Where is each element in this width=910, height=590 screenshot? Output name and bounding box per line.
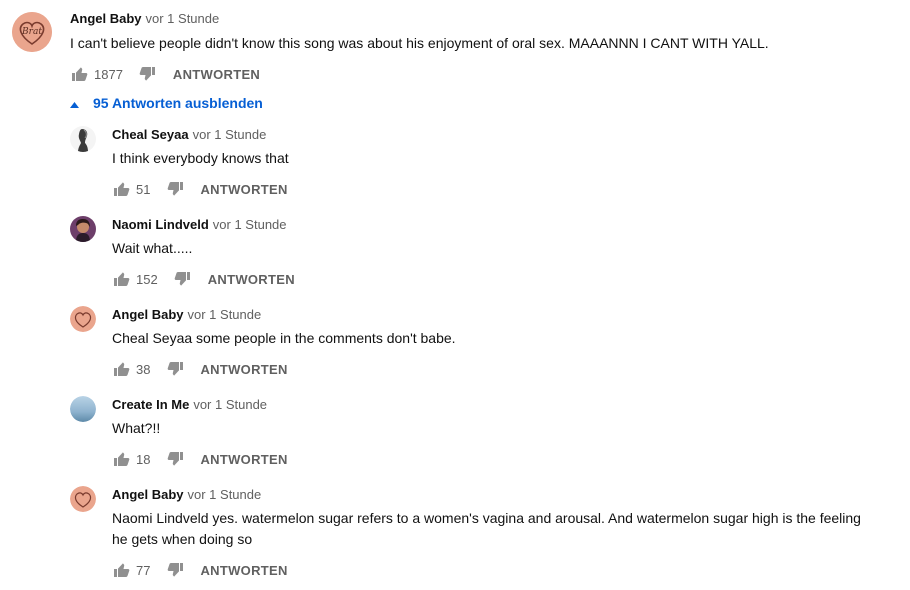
comment-header: Angel Baby vor 1 Stunde bbox=[70, 11, 219, 27]
thumbs-up-icon[interactable] bbox=[70, 65, 88, 83]
thumbs-down-icon[interactable] bbox=[174, 270, 192, 288]
sky-avatar-icon bbox=[70, 396, 96, 422]
comment-text: Wait what..... bbox=[112, 240, 193, 256]
collapse-triangle-icon bbox=[70, 95, 79, 111]
timestamp[interactable]: vor 1 Stunde bbox=[193, 127, 267, 142]
comment-text: Naomi Lindveld yes. watermelon sugar ref… bbox=[112, 510, 861, 547]
thumbs-down-icon[interactable] bbox=[166, 561, 184, 579]
author-avatar[interactable]: Brat bbox=[12, 12, 52, 52]
reply-button[interactable]: ANTWORTEN bbox=[200, 182, 287, 197]
svg-text:Brat: Brat bbox=[21, 27, 42, 37]
like-count: 38 bbox=[136, 361, 151, 377]
comment-text: What?!! bbox=[112, 420, 161, 436]
like-count: 18 bbox=[136, 451, 151, 467]
thumbs-up-icon[interactable] bbox=[112, 270, 130, 288]
reply-comment: Angel Baby vor 1 Stunde Cheal Seyaa some … bbox=[0, 300, 910, 390]
timestamp[interactable]: vor 1 Stunde bbox=[193, 397, 267, 412]
comment-header: Angel Baby vor 1 Stunde bbox=[112, 307, 261, 323]
author-avatar[interactable] bbox=[70, 486, 96, 512]
comment-text: I think everybody knows that bbox=[112, 150, 289, 166]
comment-header: Naomi Lindveld vor 1 Stunde bbox=[112, 217, 287, 233]
comment-actions: 1877 ANTWORTEN bbox=[70, 64, 260, 84]
thumbs-down-icon[interactable] bbox=[139, 65, 157, 83]
brat-heart-icon: Brat bbox=[12, 12, 52, 52]
comment-actions: 77 ANTWORTEN bbox=[112, 560, 288, 580]
reply-button[interactable]: ANTWORTEN bbox=[200, 362, 287, 377]
photo-avatar-icon bbox=[70, 216, 96, 242]
timestamp[interactable]: vor 1 Stunde bbox=[146, 11, 220, 26]
author-avatar[interactable] bbox=[70, 216, 96, 242]
comment-text: Cheal Seyaa some people in the comments … bbox=[112, 330, 456, 346]
like-count: 1877 bbox=[94, 66, 123, 82]
comment-header: Cheal Seyaa vor 1 Stunde bbox=[112, 127, 266, 143]
reply-comment: Naomi Lindveld vor 1 Stunde Wait what....… bbox=[0, 210, 910, 300]
brat-heart-icon bbox=[70, 486, 96, 512]
thumbs-up-icon[interactable] bbox=[112, 450, 130, 468]
thumbs-up-icon[interactable] bbox=[112, 360, 130, 378]
thumbs-down-icon[interactable] bbox=[166, 360, 184, 378]
reply-comment: Create In Me vor 1 Stunde What?!! 18 ANTW… bbox=[0, 390, 910, 480]
timestamp[interactable]: vor 1 Stunde bbox=[213, 217, 287, 232]
author-name[interactable]: Angel Baby bbox=[70, 11, 142, 26]
author-name[interactable]: Cheal Seyaa bbox=[112, 127, 189, 142]
like-count: 77 bbox=[136, 562, 151, 578]
reply-button[interactable]: ANTWORTEN bbox=[173, 67, 260, 82]
comment-header: Create In Me vor 1 Stunde bbox=[112, 397, 267, 413]
comment-actions: 51 ANTWORTEN bbox=[112, 179, 288, 199]
hide-replies-label: 95 Antworten ausblenden bbox=[93, 95, 263, 111]
reply-button[interactable]: ANTWORTEN bbox=[200, 563, 287, 578]
comment-header: Angel Baby vor 1 Stunde bbox=[112, 487, 261, 503]
comment-actions: 152 ANTWORTEN bbox=[112, 269, 295, 289]
timestamp[interactable]: vor 1 Stunde bbox=[188, 307, 262, 322]
hide-replies-button[interactable]: 95 Antworten ausblenden bbox=[70, 95, 263, 111]
comment-text: I can't believe people didn't know this … bbox=[70, 35, 769, 51]
like-count: 51 bbox=[136, 181, 151, 197]
author-name[interactable]: Naomi Lindveld bbox=[112, 217, 209, 232]
reply-button[interactable]: ANTWORTEN bbox=[208, 272, 295, 287]
silhouette-avatar-icon bbox=[70, 126, 96, 152]
timestamp[interactable]: vor 1 Stunde bbox=[188, 487, 262, 502]
comment-actions: 18 ANTWORTEN bbox=[112, 449, 288, 469]
author-name[interactable]: Angel Baby bbox=[112, 307, 184, 322]
brat-heart-icon bbox=[70, 306, 96, 332]
thumbs-up-icon[interactable] bbox=[112, 180, 130, 198]
thumbs-down-icon[interactable] bbox=[166, 180, 184, 198]
comment-actions: 38 ANTWORTEN bbox=[112, 359, 288, 379]
author-name[interactable]: Create In Me bbox=[112, 397, 189, 412]
reply-comment: Angel Baby vor 1 Stunde Naomi Lindveld ye… bbox=[0, 480, 910, 590]
main-comment: Brat Angel Baby vor 1 Stunde I can't beli… bbox=[0, 0, 910, 90]
thumbs-up-icon[interactable] bbox=[112, 561, 130, 579]
reply-button[interactable]: ANTWORTEN bbox=[200, 452, 287, 467]
author-avatar[interactable] bbox=[70, 126, 96, 152]
reply-comment: Cheal Seyaa vor 1 Stunde I think everybod… bbox=[0, 120, 910, 210]
thumbs-down-icon[interactable] bbox=[166, 450, 184, 468]
author-avatar[interactable] bbox=[70, 306, 96, 332]
author-avatar[interactable] bbox=[70, 396, 96, 422]
like-count: 152 bbox=[136, 271, 158, 287]
author-name[interactable]: Angel Baby bbox=[112, 487, 184, 502]
